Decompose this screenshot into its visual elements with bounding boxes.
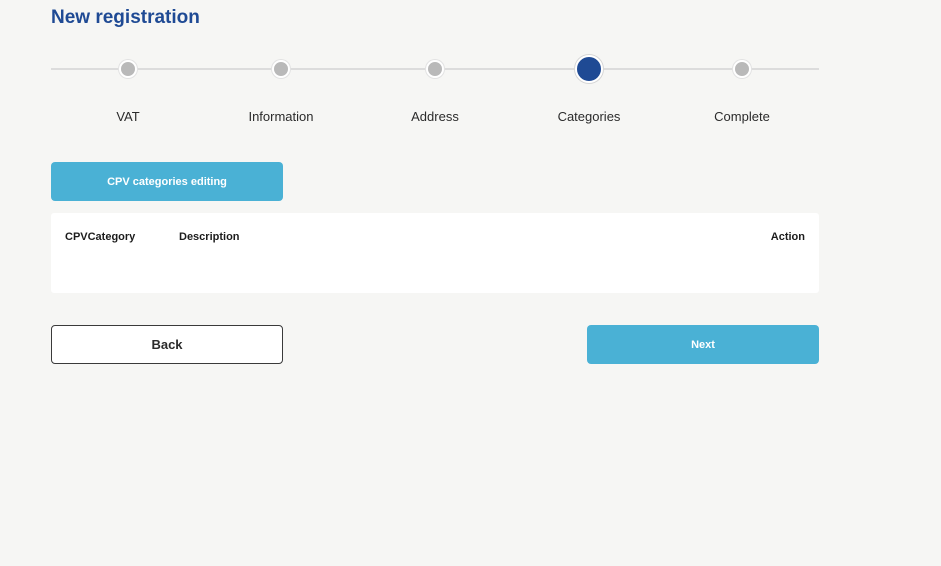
step-information-dot — [272, 60, 290, 78]
step-categories[interactable]: Categories — [529, 54, 649, 134]
step-information[interactable]: Information — [221, 54, 341, 134]
registration-stepper: VAT Information Address Categories Compl… — [51, 54, 819, 134]
cpv-categories-edit-button[interactable]: CPV categories editing — [51, 162, 283, 201]
step-address[interactable]: Address — [375, 54, 495, 134]
step-complete-label: Complete — [714, 109, 770, 124]
step-categories-label: Categories — [557, 109, 621, 124]
column-header-description: Description — [179, 231, 240, 243]
step-information-label: Information — [248, 109, 314, 124]
step-vat-dot — [119, 60, 137, 78]
step-address-dot — [426, 60, 444, 78]
cpv-categories-table: CPVCategory Description Action — [51, 213, 819, 293]
step-complete[interactable]: Complete — [682, 54, 802, 134]
step-complete-dot — [733, 60, 751, 78]
step-vat[interactable]: VAT — [68, 54, 188, 134]
page-title: New registration — [51, 7, 200, 28]
back-button[interactable]: Back — [51, 325, 283, 364]
next-button[interactable]: Next — [587, 325, 819, 364]
registration-page: New registration VAT Information Address… — [0, 0, 941, 566]
column-header-cpv-category: CPVCategory — [65, 231, 136, 243]
step-address-label: Address — [411, 109, 459, 124]
step-vat-label: VAT — [116, 109, 140, 124]
step-categories-dot-active — [575, 55, 603, 83]
column-header-action: Action — [770, 231, 805, 243]
